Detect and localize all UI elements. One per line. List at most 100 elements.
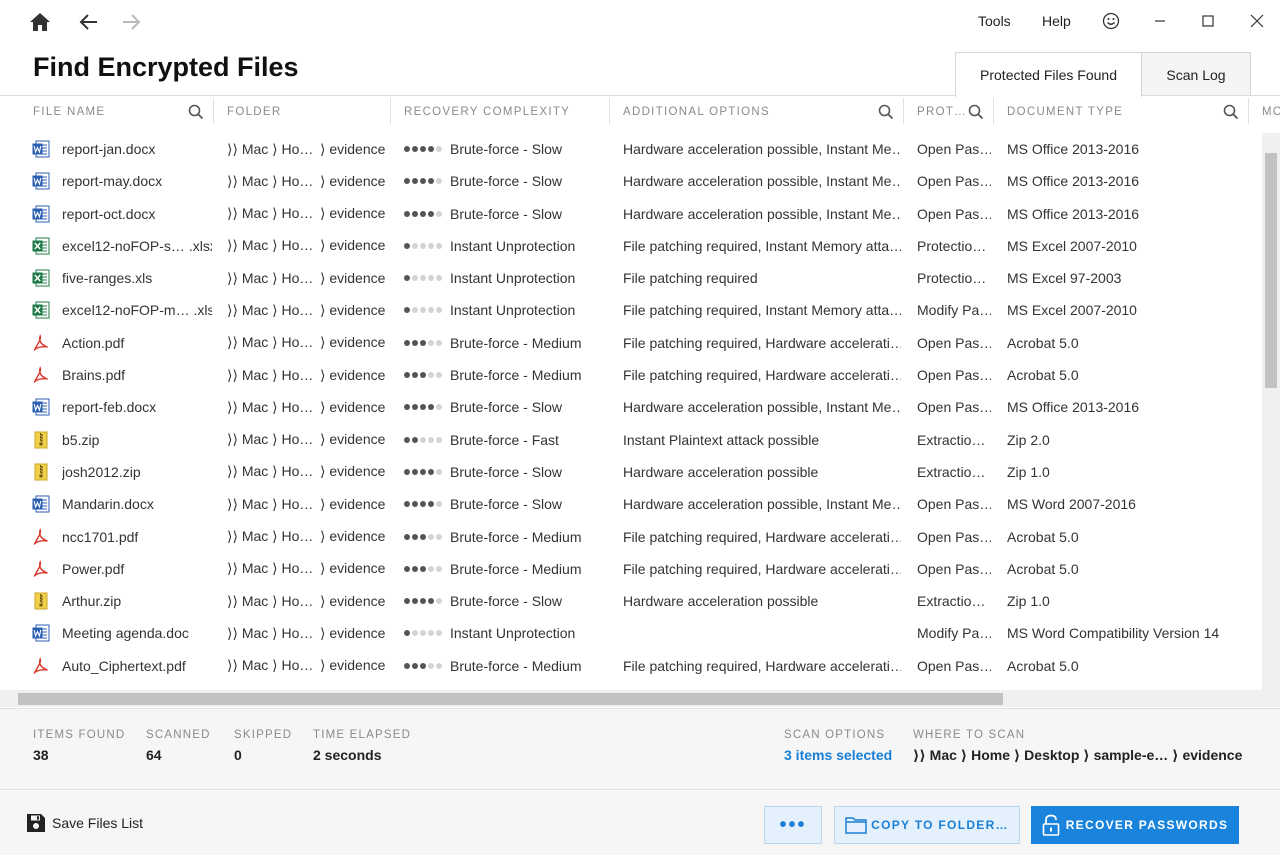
- horizontal-scrollbar-thumb[interactable]: [18, 693, 1003, 705]
- table-row[interactable]: report-jan.docx ⟩⟩ Mac ⟩ Ho… ⟩ evidence Bru…: [0, 133, 1262, 165]
- forward-arrow-icon[interactable]: [117, 8, 145, 36]
- complexity-dot: [404, 404, 410, 411]
- complexity-dot: [420, 630, 426, 637]
- complexity-level-indicator: [404, 662, 442, 669]
- table-row[interactable]: excel12-noFOP-s… .xlsx ⟩⟩ Mac ⟩ Ho… ⟩ evid…: [0, 230, 1262, 262]
- column-divider[interactable]: [993, 98, 994, 124]
- column-header-protection[interactable]: PROT…: [917, 96, 967, 128]
- document-type: Zip 1.0: [1007, 463, 1050, 480]
- additional-options: File patching required, Hardware acceler…: [623, 334, 901, 351]
- additional-options: Hardware acceleration possible, Instant …: [623, 205, 901, 222]
- protection-type: Open Pas…: [917, 399, 991, 416]
- maximize-icon[interactable]: [1195, 8, 1221, 34]
- table-row[interactable]: josh2012.zip ⟩⟩ Mac ⟩ Ho… ⟩ evidence Brute-…: [0, 456, 1262, 488]
- pdf-icon: [32, 656, 50, 675]
- table-row[interactable]: report-feb.docx ⟩⟩ Mac ⟩ Ho… ⟩ evidence Bru…: [0, 391, 1262, 423]
- folder-path: ⟩⟩ Mac ⟩ Ho…: [227, 237, 314, 254]
- column-divider[interactable]: [903, 98, 904, 124]
- complexity-dot: [412, 372, 418, 379]
- minimize-icon[interactable]: [1147, 8, 1173, 34]
- more-options-button[interactable]: •••: [764, 806, 822, 844]
- additional-options: File patching required: [623, 270, 758, 287]
- column-divider[interactable]: [390, 98, 391, 124]
- vertical-scrollbar-thumb[interactable]: [1265, 153, 1277, 388]
- column-header-file-name[interactable]: FILE NAME: [33, 96, 105, 128]
- file-name: ncc1701.pdf: [62, 528, 139, 545]
- column-divider[interactable]: [609, 98, 610, 124]
- additional-options: Hardware acceleration possible, Instant …: [623, 496, 901, 513]
- table-row[interactable]: ncc1701.pdf ⟩⟩ Mac ⟩ Ho… ⟩ evidence Brute-f…: [0, 521, 1262, 553]
- scan-options-link[interactable]: 3 items selected: [784, 747, 892, 763]
- additional-options: Hardware acceleration possible, Instant …: [623, 173, 901, 190]
- feedback-smiley-icon[interactable]: [1098, 8, 1124, 34]
- floppy-disk-icon: [27, 814, 45, 832]
- search-icon[interactable]: [188, 104, 204, 120]
- menu-tools[interactable]: Tools: [978, 13, 1011, 29]
- recover-passwords-button[interactable]: RECOVER PASSWORDS: [1031, 806, 1239, 844]
- folder-path: ⟩⟩ Mac ⟩ Ho…: [227, 431, 314, 448]
- table-row[interactable]: report-oct.docx ⟩⟩ Mac ⟩ Ho… ⟩ evidence Bru…: [0, 198, 1262, 230]
- folder-path: ⟩⟩ Mac ⟩ Ho…: [227, 624, 314, 641]
- table-row[interactable]: report-may.docx ⟩⟩ Mac ⟩ Ho… ⟩ evidence Bru…: [0, 165, 1262, 197]
- complexity-dot: [436, 598, 442, 605]
- word-icon: [32, 140, 50, 158]
- back-arrow-icon[interactable]: [75, 8, 103, 36]
- file-name: b5.zip: [62, 431, 100, 448]
- table-row[interactable]: Mandarin.docx ⟩⟩ Mac ⟩ Ho… ⟩ evidence Brute…: [0, 488, 1262, 520]
- where-to-scan-path[interactable]: ⟩⟩ Mac ⟩ Home ⟩ Desktop ⟩ sample-e… ⟩ ev…: [913, 747, 1242, 764]
- home-icon[interactable]: [26, 8, 54, 36]
- table-row[interactable]: b5.zip ⟩⟩ Mac ⟩ Ho… ⟩ evidence Brute-force …: [0, 424, 1262, 456]
- column-header-recovery-complexity[interactable]: RECOVERY COMPLEXITY: [404, 96, 570, 128]
- complexity-label: Brute-force - Slow: [450, 463, 563, 480]
- folder-path: ⟩⟩ Mac ⟩ Ho…: [227, 657, 314, 674]
- column-header-additional-options[interactable]: ADDITIONAL OPTIONS: [623, 96, 770, 128]
- menu-help[interactable]: Help: [1042, 13, 1071, 29]
- folder-path: ⟩⟩ Mac ⟩ Ho…: [227, 495, 314, 512]
- tab-scan-log[interactable]: Scan Log: [1141, 52, 1251, 96]
- folder-leaf: ⟩ evidence: [320, 592, 386, 609]
- column-header-folder[interactable]: FOLDER: [227, 96, 281, 128]
- protection-type: Open Pas…: [917, 334, 991, 351]
- save-files-list-button[interactable]: Save Files List: [26, 813, 143, 833]
- recovery-complexity: Brute-force - Slow: [404, 488, 604, 520]
- search-icon[interactable]: [1223, 104, 1239, 120]
- vertical-scrollbar[interactable]: [1262, 133, 1280, 707]
- table-row[interactable]: Meeting agenda.doc ⟩⟩ Mac ⟩ Ho… ⟩ evidence…: [0, 617, 1262, 649]
- complexity-dot: [436, 533, 442, 540]
- complexity-dot: [420, 210, 426, 217]
- table-row[interactable]: excel12-noFOP-m… .xlsx ⟩⟩ Mac ⟩ Ho… ⟩ evid…: [0, 294, 1262, 326]
- table-row[interactable]: Power.pdf ⟩⟩ Mac ⟩ Ho… ⟩ evidence Brute-for…: [0, 553, 1262, 585]
- table-row[interactable]: Arthur.zip ⟩⟩ Mac ⟩ Ho… ⟩ evidence Brute-fo…: [0, 585, 1262, 617]
- excel-icon: [32, 269, 50, 287]
- close-icon[interactable]: [1244, 8, 1270, 34]
- search-icon[interactable]: [968, 104, 984, 120]
- column-divider[interactable]: [213, 98, 214, 124]
- column-header-document-type[interactable]: DOCUMENT TYPE: [1007, 96, 1123, 128]
- copy-to-folder-button[interactable]: COPY TO FOLDER…: [834, 806, 1020, 844]
- horizontal-scrollbar[interactable]: [0, 690, 1262, 707]
- folder-leaf: ⟩ evidence: [320, 495, 386, 512]
- complexity-label: Brute-force - Medium: [450, 367, 582, 384]
- search-icon[interactable]: [878, 104, 894, 120]
- protection-type: Open Pas…: [917, 496, 991, 513]
- column-divider[interactable]: [1248, 98, 1249, 124]
- table-row[interactable]: Brains.pdf ⟩⟩ Mac ⟩ Ho… ⟩ evidence Brute-fo…: [0, 359, 1262, 391]
- skipped-label: SKIPPED: [234, 729, 293, 741]
- page-title: Find Encrypted Files: [33, 52, 299, 82]
- items-found-value: 38: [33, 747, 49, 763]
- complexity-dot: [404, 146, 410, 152]
- complexity-level-indicator: [404, 307, 442, 314]
- table-row[interactable]: Auto_Ciphertext.pdf ⟩⟩ Mac ⟩ Ho… ⟩ evidenc…: [0, 650, 1262, 682]
- additional-options: File patching required, Hardware acceler…: [623, 560, 901, 577]
- folder-leaf: ⟩ evidence: [320, 301, 386, 318]
- document-type: Acrobat 5.0: [1007, 560, 1079, 577]
- complexity-level-indicator: [404, 598, 442, 605]
- table-row[interactable]: five-ranges.xls ⟩⟩ Mac ⟩ Ho… ⟩ evidence Ins…: [0, 262, 1262, 294]
- complexity-label: Brute-force - Slow: [450, 496, 563, 513]
- tab-protected-files-found[interactable]: Protected Files Found: [955, 52, 1142, 97]
- word-icon: [32, 398, 50, 416]
- folder-leaf: ⟩ evidence: [320, 172, 386, 189]
- document-type: MS Office 2013-2016: [1007, 399, 1140, 416]
- column-header-more[interactable]: MO: [1262, 96, 1280, 128]
- table-row[interactable]: Action.pdf ⟩⟩ Mac ⟩ Ho… ⟩ evidence Brute-fo…: [0, 327, 1262, 359]
